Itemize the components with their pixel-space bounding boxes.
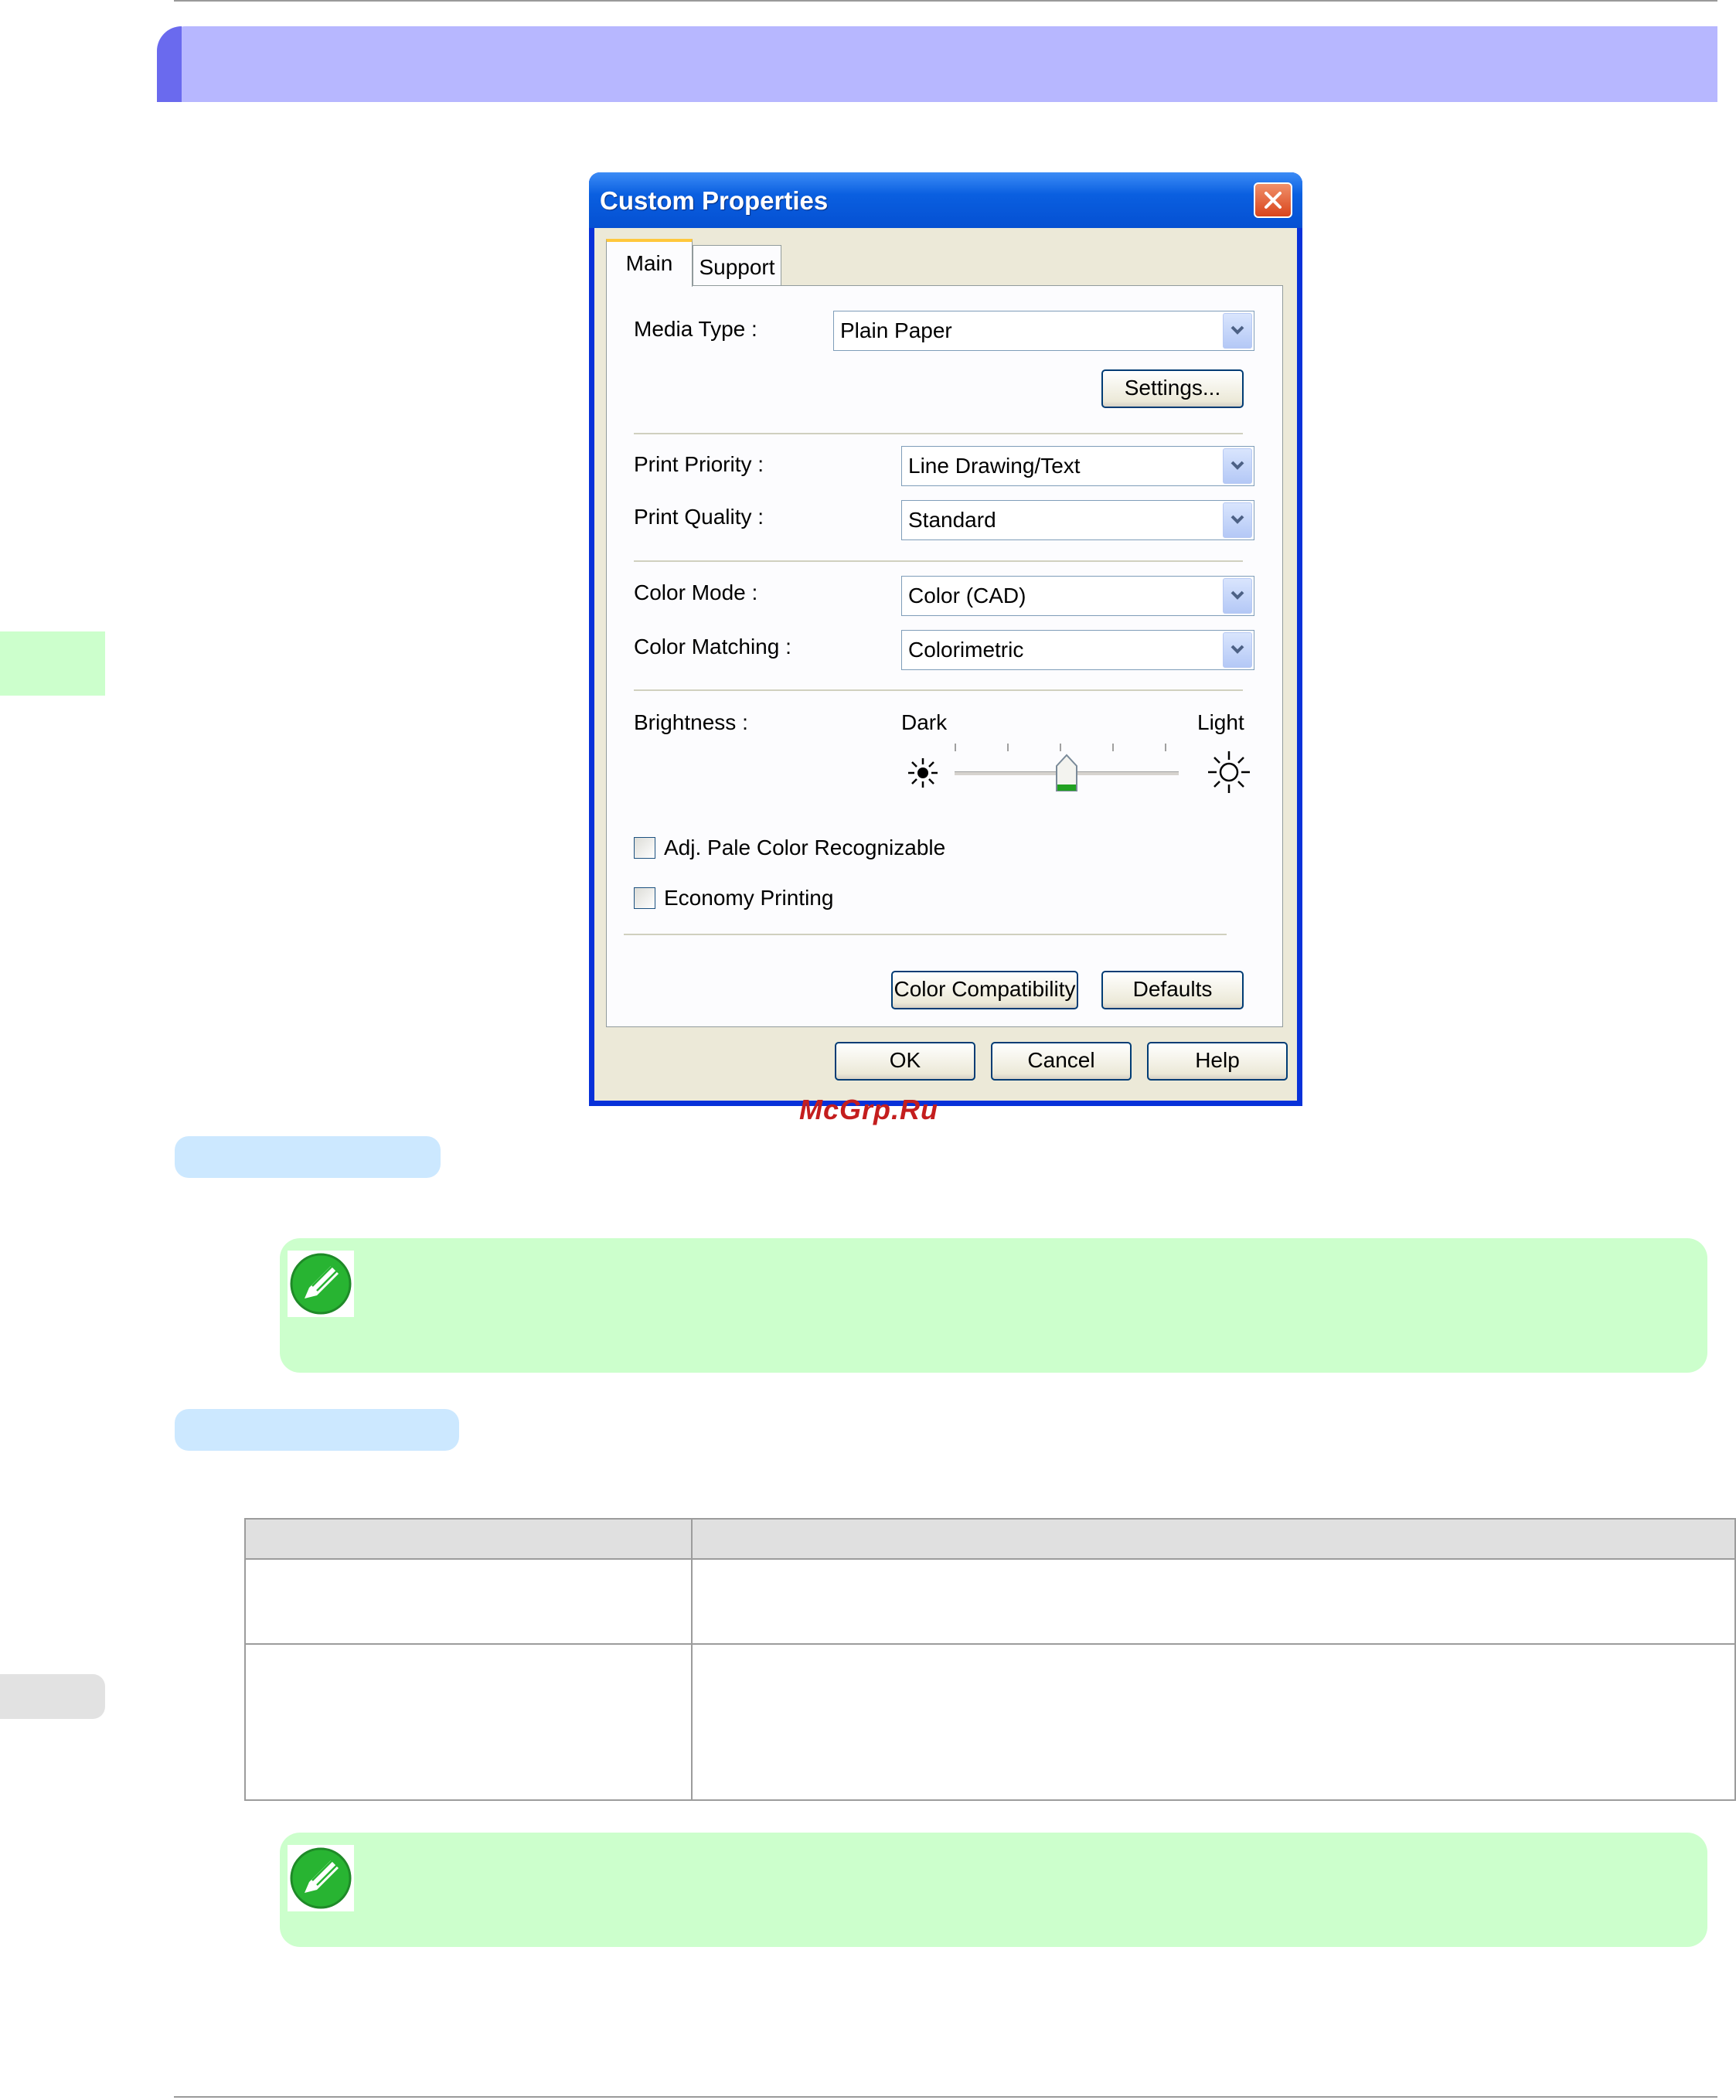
settings-table [244,1518,1736,1801]
table-cell [244,1558,693,1645]
section-heading-pill [175,1409,459,1451]
separator [624,934,1227,935]
chevron-down-icon [1231,645,1244,654]
chevron-down-icon [1231,515,1244,524]
defaults-button[interactable]: Defaults [1101,971,1244,1009]
brightness-light-label: Light [1197,710,1244,734]
separator [634,560,1243,562]
table-cell [691,1643,1736,1801]
tab-support[interactable]: Support [693,245,781,285]
print-quality-value: Standard [908,508,996,532]
color-matching-dropdown-button[interactable] [1223,632,1252,668]
slider-tick [1165,744,1166,751]
color-mode-value: Color (CAD) [908,584,1026,608]
chevron-down-icon [1231,461,1244,470]
color-mode-select[interactable]: Color (CAD) [901,576,1254,616]
print-priority-value: Line Drawing/Text [908,454,1081,478]
section-heading-pill [175,1136,441,1178]
cancel-button[interactable]: Cancel [991,1042,1132,1081]
separator [634,689,1243,691]
sun-dark-icon [908,758,938,788]
table-cell [691,1558,1736,1645]
close-icon [1265,192,1282,209]
color-compatibility-button[interactable]: Color Compatibility [891,971,1078,1009]
color-mode-label: Color Mode : [634,580,758,604]
media-type-select[interactable]: Plain Paper [833,311,1254,351]
print-priority-select[interactable]: Line Drawing/Text [901,446,1254,486]
side-chapter-tab [0,631,105,696]
bottom-rule [174,2096,1717,2098]
note-pencil-icon [288,1845,354,1911]
dialog-client: Support Main Media Type : Plain Paper Se… [594,228,1297,1125]
dialog-title: Custom Properties [600,186,829,215]
media-type-value: Plain Paper [840,318,952,342]
page-title-band [157,26,1717,102]
economy-printing-checkbox[interactable] [634,887,655,909]
adj-pale-color-label: Adj. Pale Color Recognizable [664,836,946,859]
table-header-cell [244,1518,693,1560]
side-index-tab [0,1674,105,1719]
economy-printing-label: Economy Printing [664,886,834,910]
slider-tick [955,744,956,751]
print-quality-select[interactable]: Standard [901,500,1254,540]
color-matching-value: Colorimetric [908,638,1024,662]
color-matching-label: Color Matching : [634,635,791,659]
print-priority-label: Print Priority : [634,452,764,476]
settings-button[interactable]: Settings... [1101,369,1244,408]
brightness-slider-thumb[interactable] [1055,754,1078,794]
note-pencil-icon [288,1251,354,1317]
print-quality-label: Print Quality : [634,505,764,529]
slider-tick [1060,744,1061,751]
slider-tick [1112,744,1114,751]
title-band-edge [157,26,182,102]
color-mode-dropdown-button[interactable] [1223,578,1252,614]
brightness-label: Brightness : [634,710,748,734]
separator [634,433,1243,434]
adj-pale-color-checkbox[interactable] [634,837,655,859]
table-cell [244,1643,693,1801]
note-box [280,1238,1707,1373]
print-quality-dropdown-button[interactable] [1223,502,1252,538]
custom-properties-dialog: Custom Properties Support Main Media Typ… [589,172,1302,1125]
help-button[interactable]: Help [1147,1042,1288,1081]
dialog-titlebar: Custom Properties [589,172,1302,228]
close-button[interactable] [1254,182,1292,218]
slider-tick [1007,744,1009,751]
table-header-cell [691,1518,1736,1560]
watermark: McGrp.Ru [799,1094,939,1125]
color-matching-select[interactable]: Colorimetric [901,630,1254,670]
tab-main[interactable]: Main [606,239,693,287]
ok-button[interactable]: OK [835,1042,975,1081]
chevron-down-icon [1231,591,1244,600]
chevron-down-icon [1231,325,1244,335]
media-type-dropdown-button[interactable] [1223,313,1252,349]
top-rule [174,0,1717,2]
print-priority-dropdown-button[interactable] [1223,448,1252,484]
main-tab-panel: Media Type : Plain Paper Settings... Pri… [606,285,1283,1027]
sun-light-icon [1208,751,1250,793]
media-type-label: Media Type : [634,317,757,341]
note-box [280,1833,1707,1947]
brightness-dark-label: Dark [901,710,948,734]
